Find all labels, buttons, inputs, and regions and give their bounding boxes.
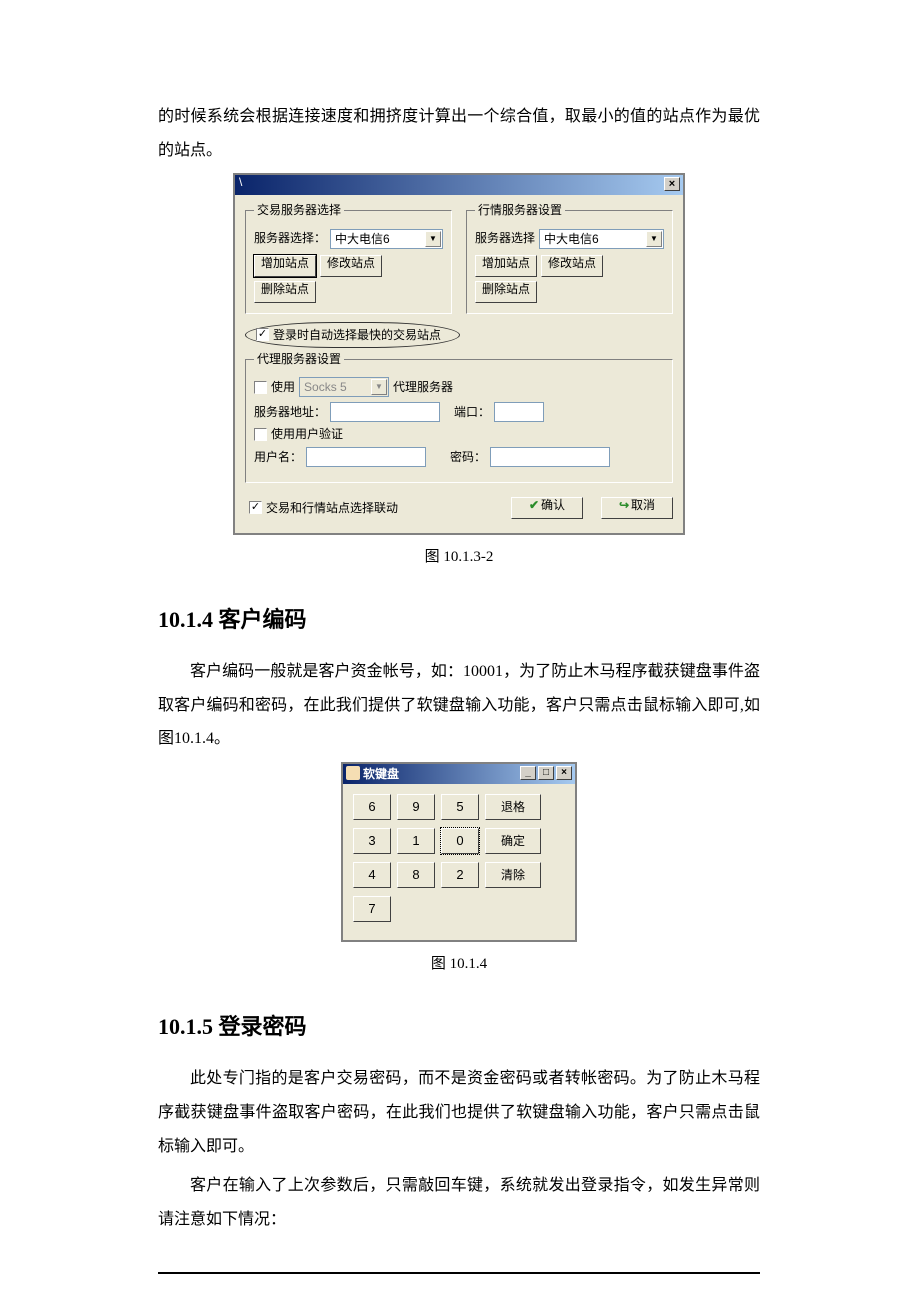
auto-fastest-annotation: ✓ 登录时自动选择最快的交易站点: [245, 322, 460, 348]
server-select-label: 服务器选择：: [254, 231, 326, 245]
softkb-titlebar: 软键盘 _ □ ×: [343, 764, 575, 784]
key-8[interactable]: 8: [397, 862, 435, 888]
use-proxy-prefix: 使用: [271, 380, 295, 394]
use-proxy-checkbox[interactable]: [254, 381, 267, 394]
trade-server-combo[interactable]: 中大电信6 ▼: [330, 229, 443, 249]
undo-icon: ↩: [619, 498, 629, 512]
ok-button[interactable]: ✔确认: [511, 497, 583, 519]
quote-del-site-button[interactable]: 删除站点: [475, 281, 537, 303]
server-settings-figure: \ × 交易服务器选择 服务器选择： 中大电信6 ▼: [158, 173, 760, 535]
app-icon: [346, 766, 360, 780]
sync-sites-checkbox[interactable]: ✓: [249, 501, 262, 514]
trade-server-group: 交易服务器选择 服务器选择： 中大电信6 ▼ 增加站点 修改站点: [245, 203, 452, 313]
server-select-label-2: 服务器选择: [475, 231, 535, 245]
quote-mod-site-button[interactable]: 修改站点: [541, 255, 603, 277]
trade-mod-site-button[interactable]: 修改站点: [320, 255, 382, 277]
key-0[interactable]: 0: [441, 828, 479, 854]
key-3[interactable]: 3: [353, 828, 391, 854]
softkb-title: 软键盘: [363, 767, 399, 781]
trade-group-legend: 交易服务器选择: [254, 203, 344, 217]
proxy-pwd-label: 密码：: [450, 450, 486, 464]
dropdown-arrow-icon[interactable]: ▼: [425, 231, 441, 247]
proxy-group-legend: 代理服务器设置: [254, 352, 344, 366]
proxy-type-value: Socks 5: [304, 380, 347, 394]
proxy-addr-input[interactable]: [330, 402, 440, 422]
quote-server-group: 行情服务器设置 服务器选择 中大电信6 ▼ 增加站点 修改站点: [466, 203, 673, 313]
proxy-port-label: 端口：: [454, 405, 490, 419]
proxy-user-label: 用户名：: [254, 450, 302, 464]
key-2[interactable]: 2: [441, 862, 479, 888]
proxy-pwd-input[interactable]: [490, 447, 610, 467]
paragraph-10-1-5a: 此处专门指的是客户交易密码，而不是资金密码或者转帐密码。为了防止木马程序截获键盘…: [158, 1062, 760, 1163]
proxy-addr-label: 服务器地址：: [254, 405, 326, 419]
dialog-titlebar: \ ×: [235, 175, 683, 195]
key-ok[interactable]: 确定: [485, 828, 541, 854]
heading-10-1-4: 10.1.4 客户编码: [158, 607, 760, 633]
key-9[interactable]: 9: [397, 794, 435, 820]
sync-sites-label: 交易和行情站点选择联动: [266, 501, 398, 515]
proxy-group: 代理服务器设置 使用 Socks 5 ▼ 代理服务器 服务器地址： 端口：: [245, 352, 673, 483]
dropdown-arrow-icon[interactable]: ▼: [646, 231, 662, 247]
close-button[interactable]: ×: [556, 766, 572, 780]
auto-fastest-checkbox[interactable]: ✓: [256, 328, 269, 341]
maximize-button[interactable]: □: [538, 766, 554, 780]
use-auth-label: 使用用户验证: [271, 427, 343, 441]
check-icon: ✔: [529, 498, 539, 512]
quote-add-site-button[interactable]: 增加站点: [475, 255, 537, 277]
trade-server-value: 中大电信6: [335, 232, 390, 246]
page-rule: [158, 1272, 760, 1274]
intro-paragraph: 的时候系统会根据连接速度和拥挤度计算出一个综合值，取最小的值的站点作为最优的站点…: [158, 100, 760, 167]
heading-10-1-5: 10.1.5 登录密码: [158, 1014, 760, 1040]
dropdown-arrow-icon[interactable]: ▼: [371, 379, 387, 395]
soft-keyboard-figure: 软键盘 _ □ × 6 9 5 退格 3 1 0 确定: [158, 762, 760, 942]
quote-server-value: 中大电信6: [544, 232, 599, 246]
soft-keyboard-dialog: 软键盘 _ □ × 6 9 5 退格 3 1 0 确定: [341, 762, 577, 942]
document-page: 的时候系统会根据连接速度和拥挤度计算出一个综合值，取最小的值的站点作为最优的站点…: [0, 0, 920, 1314]
quote-group-legend: 行情服务器设置: [475, 203, 565, 217]
paragraph-10-1-5b: 客户在输入了上次参数后，只需敲回车键，系统就发出登录指令，如发生异常则请注意如下…: [158, 1169, 760, 1236]
quote-server-combo[interactable]: 中大电信6 ▼: [539, 229, 664, 249]
key-7[interactable]: 7: [353, 896, 391, 922]
proxy-suffix-label: 代理服务器: [393, 380, 453, 394]
cancel-button[interactable]: ↩取消: [601, 497, 673, 519]
key-6[interactable]: 6: [353, 794, 391, 820]
key-4[interactable]: 4: [353, 862, 391, 888]
use-auth-checkbox[interactable]: [254, 428, 267, 441]
minimize-button[interactable]: _: [520, 766, 536, 780]
key-1[interactable]: 1: [397, 828, 435, 854]
titlebar-icon: \: [239, 175, 242, 189]
close-button[interactable]: ×: [664, 177, 680, 191]
trade-add-site-button[interactable]: 增加站点: [254, 255, 316, 277]
softkb-body: 6 9 5 退格 3 1 0 确定 4 8 2 清除: [343, 784, 575, 940]
server-settings-dialog: \ × 交易服务器选择 服务器选择： 中大电信6 ▼: [233, 173, 685, 535]
proxy-type-combo[interactable]: Socks 5 ▼: [299, 377, 389, 397]
figure-caption-2: 图 10.1.4: [158, 952, 760, 976]
key-5[interactable]: 5: [441, 794, 479, 820]
paragraph-10-1-4: 客户编码一般就是客户资金帐号，如：10001，为了防止木马程序截获键盘事件盗取客…: [158, 655, 760, 756]
key-clear[interactable]: 清除: [485, 862, 541, 888]
dialog-body: 交易服务器选择 服务器选择： 中大电信6 ▼ 增加站点 修改站点: [235, 195, 683, 533]
auto-fastest-label: 登录时自动选择最快的交易站点: [273, 328, 441, 342]
proxy-port-input[interactable]: [494, 402, 544, 422]
key-backspace[interactable]: 退格: [485, 794, 541, 820]
trade-del-site-button[interactable]: 删除站点: [254, 281, 316, 303]
proxy-user-input[interactable]: [306, 447, 426, 467]
figure-caption-1: 图 10.1.3-2: [158, 545, 760, 569]
